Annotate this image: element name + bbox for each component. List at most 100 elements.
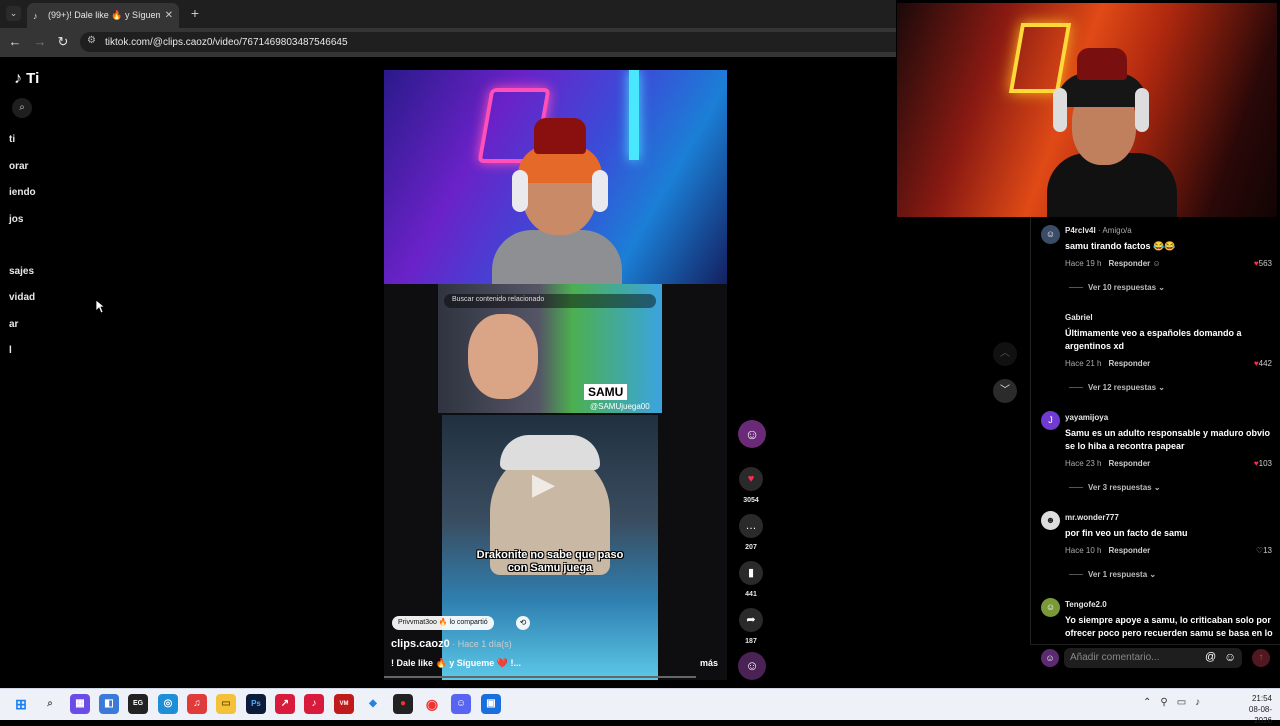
view-replies-label[interactable]: Ver 10 respuestas (1088, 283, 1156, 292)
comment-like[interactable]: ♥442 (1254, 359, 1272, 368)
file-explorer-icon[interactable]: ▭ (216, 694, 236, 714)
share-icon[interactable]: ➦ (739, 608, 763, 632)
taskbar-clock[interactable]: 21:54 08-08-2026 (1232, 693, 1272, 726)
creator-avatar[interactable]: ☺ (738, 420, 766, 448)
comment-avatar[interactable]: J (1041, 411, 1060, 430)
browser-tab[interactable]: ♪ (99+)! Dale like 🔥 y Sígueme ✕ (27, 3, 179, 28)
view-replies-button[interactable]: Ver 12 respuestas ⌄ (1069, 383, 1165, 392)
windows-start-icon[interactable]: ⊞ (11, 694, 31, 714)
music-disc-icon[interactable]: ☺ (738, 652, 766, 680)
site-info-icon[interactable]: ⚙ (87, 35, 96, 46)
comment-like-count: 442 (1258, 359, 1272, 368)
bookmark-icon[interactable]: ▮ (739, 561, 763, 585)
headphones-app-icon[interactable]: ♫ (187, 694, 207, 714)
send-icon[interactable]: ↑ (1252, 649, 1270, 667)
sidebar-item-profile[interactable]: l (9, 345, 12, 356)
view-replies-label[interactable]: Ver 1 respuesta (1088, 570, 1147, 579)
search-taskbar-icon[interactable]: ⌕ (40, 694, 60, 714)
comment-like[interactable]: ♥103 (1254, 459, 1272, 468)
save-count: 441 (745, 591, 757, 598)
facecam-hat (1077, 48, 1127, 80)
app-icon[interactable]: ▣ (481, 694, 501, 714)
view-replies-label[interactable]: Ver 12 respuestas (1088, 383, 1156, 392)
sidebar-item-messages[interactable]: sajes (9, 266, 34, 277)
reply-button[interactable]: Responder (1108, 359, 1150, 368)
comment-username[interactable]: yayamijoya (1065, 413, 1108, 422)
username-text[interactable]: P4rclv4l (1065, 226, 1096, 235)
comment-icon[interactable]: … (739, 514, 763, 538)
tiktok-logo[interactable]: ♪ Ti (14, 70, 39, 88)
comments-panel[interactable]: ☺ P4rclv4l · Amigo/a samu tirando factos… (1030, 217, 1280, 687)
view-replies-button[interactable]: Ver 1 respuesta ⌄ (1069, 570, 1156, 579)
blue-app-icon[interactable]: ◆ (363, 694, 383, 714)
comment-username[interactable]: P4rclv4l · Amigo/a (1065, 226, 1132, 235)
view-replies-button[interactable]: Ver 10 respuestas ⌄ (1069, 283, 1165, 292)
share-count: 187 (745, 638, 757, 645)
comment-username[interactable]: Tengofe2.0 (1065, 600, 1107, 609)
emoji-icon[interactable]: ☺ (1224, 650, 1236, 664)
clock-time: 21:54 (1251, 694, 1272, 703)
red-app-icon[interactable]: ↗ (275, 694, 295, 714)
tiktok-favicon-icon: ♪ (33, 10, 38, 21)
sidebar-item-activity[interactable]: vidad (9, 292, 35, 303)
sidebar-item-upload[interactable]: ar (9, 319, 18, 330)
play-icon[interactable]: ▶ (532, 467, 555, 502)
close-tab-icon[interactable]: ✕ (165, 10, 173, 21)
reply-button[interactable]: Responder (1108, 546, 1150, 555)
view-replies-label[interactable]: Ver 3 respuestas (1088, 483, 1152, 492)
creator-liked-icon: ☺ (1152, 259, 1161, 268)
comment-avatar[interactable]: ☺ (1041, 598, 1060, 617)
video-author[interactable]: clips.caoz0 · Hace 1 día(s) (391, 638, 512, 650)
clock-date: 08-08-2026 (1248, 705, 1272, 725)
browser-app-icon[interactable]: ◎ (158, 694, 178, 714)
more-link[interactable]: más (700, 658, 718, 668)
current-user-avatar: ☺ (1041, 649, 1059, 667)
comment-username[interactable]: Gabriel (1065, 313, 1093, 322)
reply-button[interactable]: Responder (1108, 459, 1150, 468)
sidebar-item-friends[interactable]: jos (9, 214, 23, 225)
like-icon[interactable]: ♥ (739, 467, 763, 491)
sidebar-item-explore[interactable]: orar (9, 161, 28, 172)
reload-button[interactable]: ↻ (54, 33, 72, 51)
previous-video-button[interactable]: ︿ (993, 342, 1017, 366)
subtitle-line-1: Drakonite no sabe que paso (476, 549, 624, 561)
author-name[interactable]: clips.caoz0 (391, 638, 450, 650)
new-tab-button[interactable]: + (187, 5, 203, 21)
comment-avatar[interactable]: ☻ (1041, 511, 1060, 530)
samu-label: SAMU (584, 384, 628, 400)
comment-avatar[interactable]: ☺ (1041, 225, 1060, 244)
url-text[interactable]: tiktok.com/@clips.caoz0/video/7671469803… (105, 37, 348, 48)
back-button[interactable]: ← (6, 33, 24, 51)
reply-button[interactable]: Responder (1108, 259, 1150, 268)
comment-username[interactable]: mr.wonder777 (1065, 513, 1119, 522)
photoshop-icon[interactable]: Ps (246, 694, 266, 714)
tab-search-icon[interactable]: ⌄ (6, 6, 21, 21)
shared-by-pill[interactable]: Privvmat3oo 🔥 lo compartió (392, 616, 494, 630)
sidebar-item-for-you[interactable]: ti (9, 134, 15, 145)
clip-subtitle: Drakonite no sabe que paso con Samu jueg… (446, 549, 654, 575)
mention-icon[interactable]: @ (1205, 651, 1216, 663)
chevron-down-icon: ⌄ (1149, 570, 1157, 579)
voicemod-icon[interactable]: VM (334, 694, 354, 714)
sidebar-item-following[interactable]: iendo (9, 187, 36, 198)
comment-like[interactable]: ♥563 (1254, 259, 1272, 268)
video-progress-bar[interactable] (384, 676, 696, 678)
facecam-neon-sign (1008, 23, 1072, 93)
streamer-hat (534, 118, 586, 154)
epic-games-icon[interactable]: EG (128, 694, 148, 714)
video-player[interactable]: Buscar contenido relacionado SAMU @SAMUj… (384, 70, 727, 680)
repost-icon[interactable]: ⟲ (516, 616, 530, 630)
chrome-icon[interactable]: ◉ (422, 694, 442, 714)
forward-button[interactable]: → (31, 33, 49, 51)
search-icon[interactable]: ⌕ (12, 98, 32, 118)
next-video-button[interactable]: ﹀ (993, 379, 1017, 403)
view-replies-button[interactable]: Ver 3 respuestas ⌄ (1069, 483, 1161, 492)
system-tray-icons[interactable]: ⌃⚲▭♪ (1143, 697, 1209, 708)
widgets-icon[interactable]: ▦ (70, 694, 90, 714)
tiktok-app-icon[interactable]: ♪ (304, 694, 324, 714)
streamer-webcam-frame (384, 70, 727, 290)
obs-icon[interactable]: ● (393, 694, 413, 714)
comment-like[interactable]: ♡13 (1256, 546, 1272, 555)
store-icon[interactable]: ◧ (99, 694, 119, 714)
discord-icon[interactable]: ☺ (451, 694, 471, 714)
